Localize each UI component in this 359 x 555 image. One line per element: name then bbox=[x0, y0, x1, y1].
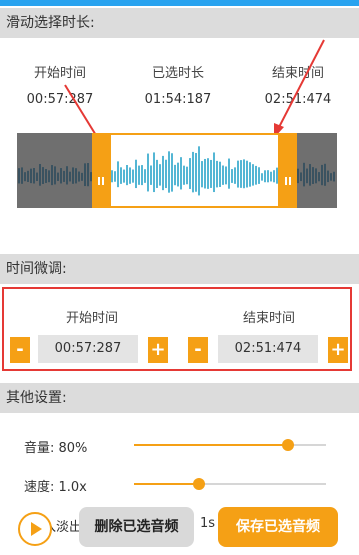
end-time-field[interactable]: 02:51:474 bbox=[218, 335, 318, 363]
waveform-panel[interactable] bbox=[17, 133, 337, 208]
speed-slider-knob[interactable] bbox=[193, 478, 205, 490]
waveform bbox=[18, 133, 335, 208]
tune-end-label: 结束时间 bbox=[242, 311, 295, 326]
start-plus-button[interactable]: + bbox=[148, 337, 168, 363]
save-selected-audio-button[interactable]: 保存已选音频 bbox=[218, 507, 338, 547]
end-minus-button[interactable]: - bbox=[188, 337, 208, 363]
fade-value: 1s bbox=[200, 516, 216, 531]
volume-label: 音量: 80% bbox=[24, 441, 88, 456]
section-header-slide-duration: 滑动选择时长: bbox=[0, 8, 359, 38]
speed-label: 速度: 1.0x bbox=[24, 480, 87, 495]
start-time-field[interactable]: 00:57:287 bbox=[38, 335, 138, 363]
play-icon bbox=[31, 522, 42, 536]
play-button[interactable] bbox=[18, 512, 52, 546]
status-bar bbox=[0, 0, 359, 6]
selection-end-handle[interactable] bbox=[279, 133, 297, 208]
volume-slider-knob[interactable] bbox=[282, 439, 294, 451]
volume-slider-fill bbox=[134, 444, 288, 446]
tune-start-label: 开始时间 bbox=[65, 311, 118, 326]
selected-duration-label: 已选时长 bbox=[151, 66, 204, 81]
start-time-label: 开始时间 bbox=[33, 66, 86, 81]
start-minus-button[interactable]: - bbox=[10, 337, 30, 363]
selected-duration-value: 01:54:187 bbox=[144, 92, 212, 107]
fine-tune-panel: 开始时间 结束时间 - 00:57:287 + - 02:51:474 + bbox=[2, 287, 352, 371]
section-header-other-settings: 其他设置: bbox=[0, 383, 359, 413]
selection-start-handle[interactable] bbox=[92, 133, 110, 208]
speed-slider-fill bbox=[134, 483, 199, 485]
delete-selected-audio-button[interactable]: 删除已选音频 bbox=[79, 507, 194, 547]
end-plus-button[interactable]: + bbox=[328, 337, 348, 363]
section-header-fine-tune: 时间微调: bbox=[0, 254, 359, 284]
